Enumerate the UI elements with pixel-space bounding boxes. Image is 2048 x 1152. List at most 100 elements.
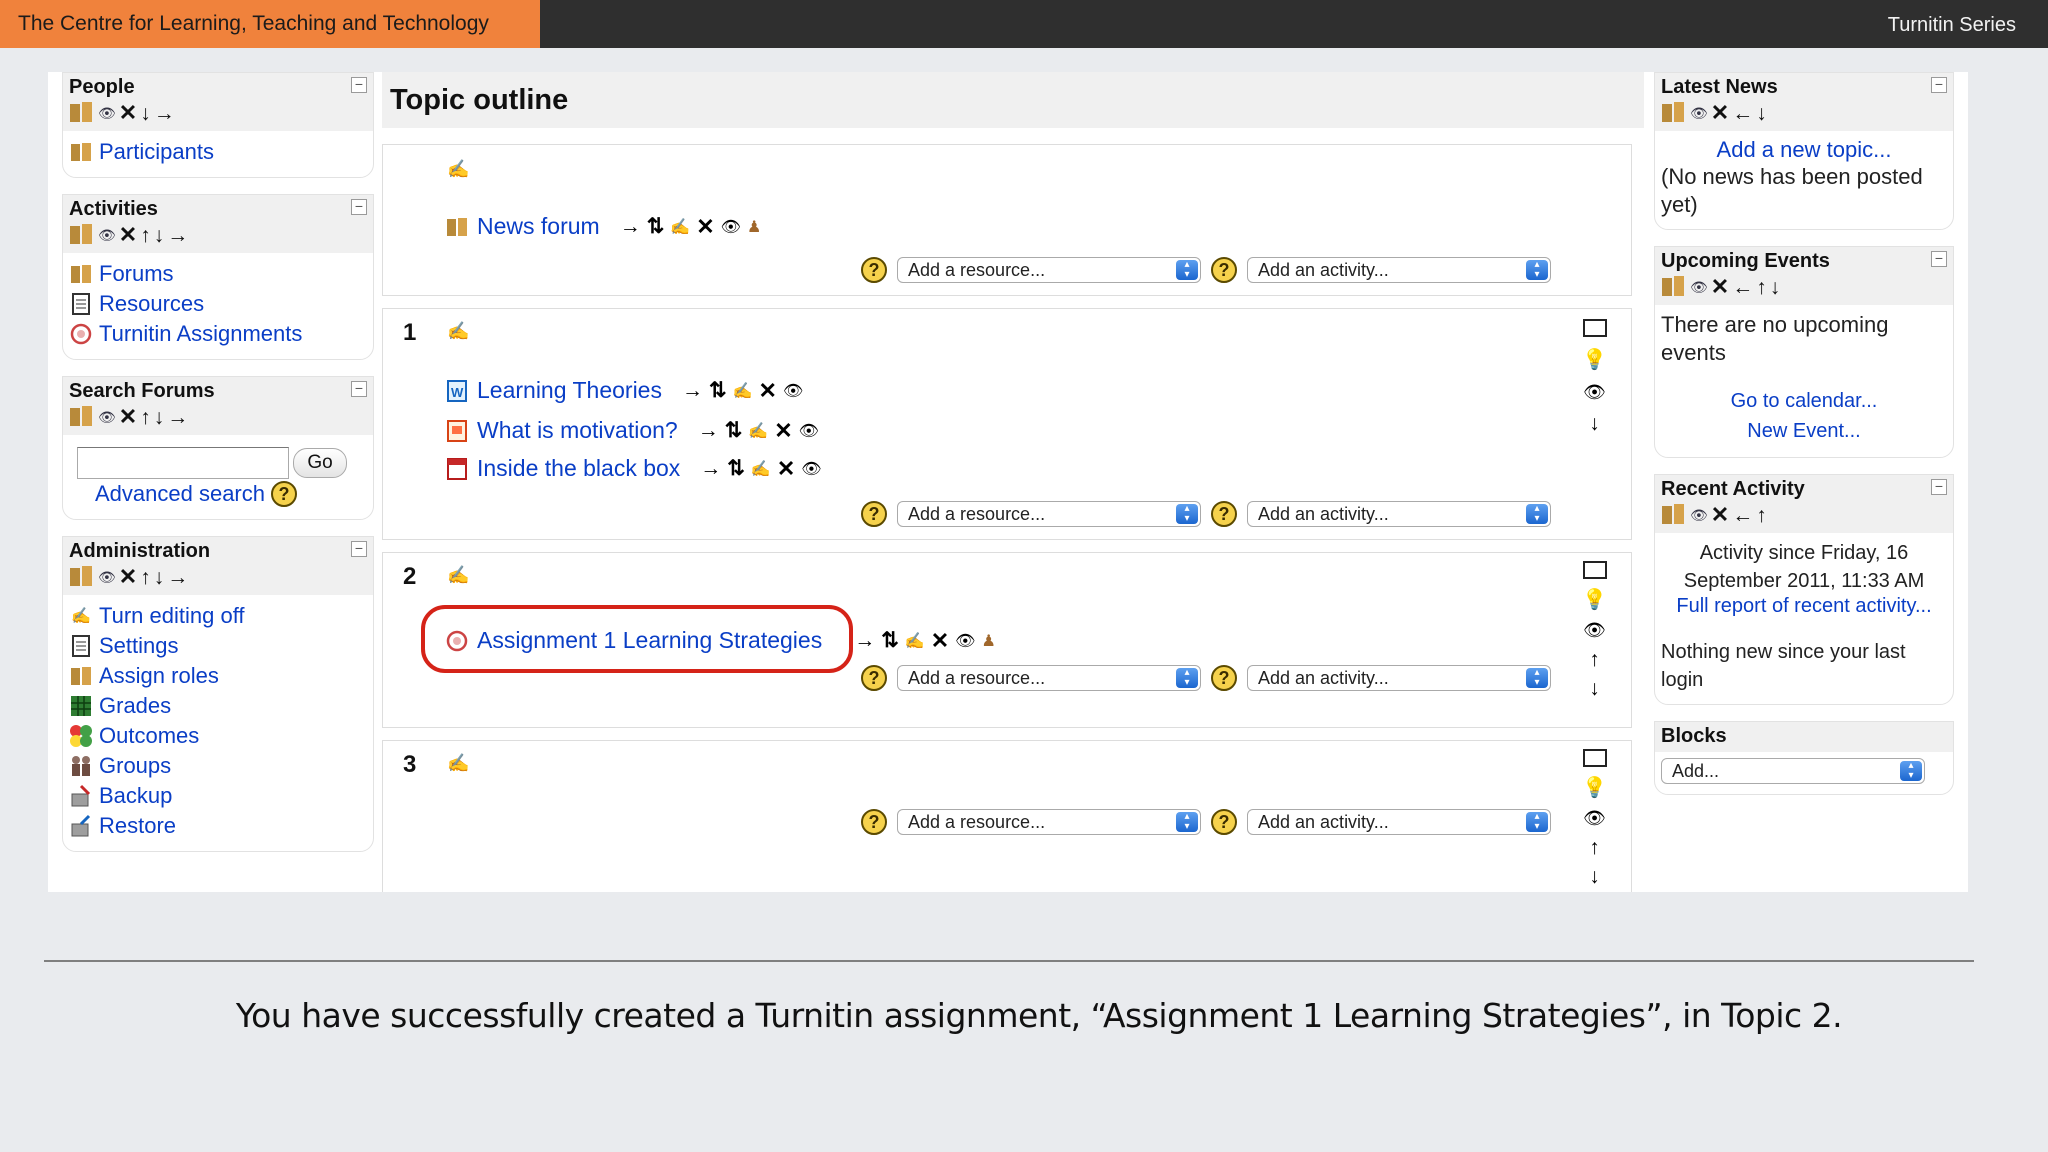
delete-icon[interactable]: ✕ — [119, 224, 137, 246]
sidebar-item-resources[interactable]: Resources — [69, 289, 367, 319]
indent-right-icon[interactable]: → — [854, 630, 875, 651]
edit-icon[interactable]: ✍ — [905, 631, 925, 651]
new-event-link[interactable]: New Event... — [1747, 420, 1860, 442]
arrow-up-icon[interactable]: ↑ — [140, 567, 151, 588]
news-forum-link[interactable]: News forum — [477, 213, 600, 240]
sidebar-item-groups[interactable]: Groups — [69, 751, 367, 781]
move-up-icon[interactable]: ↑ — [1589, 837, 1600, 858]
help-icon[interactable]: ? — [1211, 257, 1237, 283]
eye-icon[interactable]: 👁 — [721, 217, 741, 237]
edit-icon[interactable]: ✍ — [670, 217, 690, 237]
edit-summary-icon[interactable]: ✍ — [447, 753, 469, 775]
arrow-right-icon[interactable]: → — [167, 567, 188, 588]
indent-right-icon[interactable]: → — [682, 380, 703, 401]
full-report-link[interactable]: Full report of recent activity... — [1676, 595, 1931, 617]
sidebar-item-grades[interactable]: Grades — [69, 691, 367, 721]
arrow-down-icon[interactable]: ↓ — [154, 567, 165, 588]
arrow-up-icon[interactable]: ↑ — [1756, 277, 1767, 298]
add-resource-select[interactable]: Add a resource... ▴ ▾ — [897, 665, 1201, 691]
move-down-icon[interactable]: ↓ — [1589, 678, 1600, 699]
eye-icon[interactable]: 👁 — [1583, 382, 1606, 403]
turn-editing-off-link[interactable]: Turn editing off — [99, 603, 245, 629]
edit-icon[interactable]: ✍ — [748, 421, 768, 441]
help-icon[interactable]: ? — [861, 809, 887, 835]
learning-theories-link[interactable]: Learning Theories — [477, 377, 662, 404]
groups-mode-icon[interactable]: ♟ — [981, 631, 995, 651]
add-activity-select[interactable]: Add an activity... ▴ ▾ — [1247, 501, 1551, 527]
arrow-up-icon[interactable]: ↑ — [1756, 505, 1767, 526]
add-resource-select[interactable]: Add a resource... ▴ ▾ — [897, 809, 1201, 835]
sidebar-item-participants[interactable]: Participants — [69, 137, 367, 167]
add-resource-select[interactable]: Add a resource... ▴ ▾ — [897, 501, 1201, 527]
roles-icon[interactable] — [69, 405, 95, 429]
move-icon[interactable]: ⇅ — [709, 380, 727, 401]
move-icon[interactable]: ⇅ — [727, 458, 745, 479]
edit-icon[interactable]: ✍ — [733, 381, 753, 401]
move-up-icon[interactable]: ↑ — [1589, 649, 1600, 670]
arrow-down-icon[interactable]: ↓ — [1770, 277, 1781, 298]
show-only-section-icon[interactable] — [1582, 319, 1607, 337]
eye-icon[interactable]: 👁 — [783, 381, 803, 401]
restore-link[interactable]: Restore — [99, 813, 176, 839]
delete-icon[interactable]: ✕ — [774, 419, 792, 442]
edit-summary-icon[interactable]: ✍ — [447, 565, 469, 587]
arrow-up-icon[interactable]: ↑ — [140, 407, 151, 428]
sidebar-item-outcomes[interactable]: Outcomes — [69, 721, 367, 751]
delete-icon[interactable]: ✕ — [1711, 276, 1729, 298]
outcomes-link[interactable]: Outcomes — [99, 723, 199, 749]
arrow-down-icon[interactable]: ↓ — [154, 225, 165, 246]
eye-icon[interactable]: 👁 — [1690, 507, 1708, 524]
delete-icon[interactable]: ✕ — [119, 406, 137, 428]
groups-link[interactable]: Groups — [99, 753, 171, 779]
show-only-section-icon[interactable] — [1582, 749, 1607, 767]
resources-link[interactable]: Resources — [99, 291, 204, 317]
eye-icon[interactable]: 👁 — [98, 569, 116, 586]
eye-icon[interactable]: 👁 — [98, 105, 116, 122]
go-to-calendar-link[interactable]: Go to calendar... — [1731, 390, 1878, 412]
help-icon[interactable]: ? — [271, 481, 297, 507]
delete-icon[interactable]: ✕ — [759, 379, 777, 402]
add-new-topic-link[interactable]: Add a new topic... — [1717, 137, 1892, 162]
add-activity-select[interactable]: Add an activity... ▴ ▾ — [1247, 665, 1551, 691]
sidebar-item-turn-editing-off[interactable]: ✍ Turn editing off — [69, 601, 367, 631]
sidebar-item-assign-roles[interactable]: Assign roles — [69, 661, 367, 691]
eye-icon[interactable]: 👁 — [98, 409, 116, 426]
eye-icon[interactable]: 👁 — [801, 459, 821, 479]
arrow-left-icon[interactable]: ← — [1732, 505, 1753, 526]
move-icon[interactable]: ⇅ — [725, 420, 743, 441]
turnitin-assignments-link[interactable]: Turnitin Assignments — [99, 321, 302, 347]
delete-icon[interactable]: ✕ — [119, 566, 137, 588]
sidebar-item-backup[interactable]: Backup — [69, 781, 367, 811]
eye-icon[interactable]: 👁 — [1690, 105, 1708, 122]
help-icon[interactable]: ? — [1211, 665, 1237, 691]
delete-icon[interactable]: ✕ — [777, 457, 795, 480]
arrow-up-icon[interactable]: ↑ — [140, 225, 151, 246]
inside-black-box-link[interactable]: Inside the black box — [477, 455, 680, 482]
move-icon[interactable]: ⇅ — [881, 630, 899, 651]
grades-link[interactable]: Grades — [99, 693, 171, 719]
groups-mode-icon[interactable]: ♟ — [747, 217, 761, 237]
arrow-down-icon[interactable]: ↓ — [140, 103, 151, 124]
eye-icon[interactable]: 👁 — [799, 421, 819, 441]
arrow-down-icon[interactable]: ↓ — [1756, 103, 1767, 124]
assign-roles-link[interactable]: Assign roles — [99, 663, 219, 689]
move-down-icon[interactable]: ↓ — [1589, 413, 1600, 434]
help-icon[interactable]: ? — [861, 257, 887, 283]
go-button[interactable]: Go — [293, 448, 347, 478]
help-icon[interactable]: ? — [861, 665, 887, 691]
indent-right-icon[interactable]: → — [620, 216, 641, 237]
collapse-icon[interactable]: − — [351, 541, 367, 557]
help-icon[interactable]: ? — [861, 501, 887, 527]
participants-link[interactable]: Participants — [99, 139, 214, 165]
move-down-icon[interactable]: ↓ — [1589, 866, 1600, 887]
roles-icon[interactable] — [69, 565, 95, 589]
indent-right-icon[interactable]: → — [700, 458, 721, 479]
indent-right-icon[interactable]: → — [698, 420, 719, 441]
roles-icon[interactable] — [1661, 101, 1687, 125]
forums-link[interactable]: Forums — [99, 261, 174, 287]
eye-icon[interactable]: 👁 — [955, 631, 975, 651]
collapse-icon[interactable]: − — [1931, 251, 1947, 267]
sidebar-item-restore[interactable]: Restore — [69, 811, 367, 841]
roles-icon[interactable] — [1661, 275, 1687, 299]
delete-icon[interactable]: ✕ — [696, 215, 714, 238]
